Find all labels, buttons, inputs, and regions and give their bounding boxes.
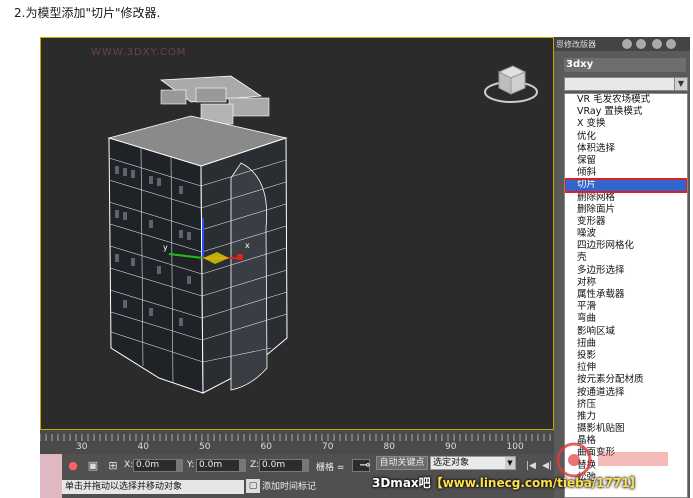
modifier-list-item[interactable]: 删除网格 (565, 192, 687, 204)
modifier-list-item[interactable]: 体积选择 (565, 143, 687, 155)
modifier-list-item[interactable]: 推力 (565, 411, 687, 423)
modifier-list-item[interactable]: 删除面片 (565, 204, 687, 216)
z-spinner[interactable] (303, 459, 309, 472)
timeline-tick-label: 40 (137, 442, 149, 452)
modifier-list-item[interactable]: 切片 (565, 178, 687, 193)
modifier-list-item[interactable]: 倾斜 (565, 167, 687, 179)
building-model[interactable]: x y (101, 68, 311, 398)
modifier-list-item[interactable]: 平滑 (565, 301, 687, 313)
x-spinner[interactable] (177, 459, 183, 472)
modifier-list-item[interactable]: 属性承载器 (565, 289, 687, 301)
grid-label: 栅格 = (316, 463, 345, 473)
bottom-watermark: 3Dmax吧【www.linecg.com/tieba/1771】 (372, 474, 642, 491)
modifier-list-item[interactable]: 拉伸 (565, 362, 687, 374)
motion-tab-icon[interactable] (652, 39, 662, 49)
timeline-ruler[interactable]: 30 40 50 60 70 80 90 100 (40, 430, 554, 454)
modifier-list-item[interactable]: VR 毛发农场模式 (565, 94, 687, 106)
modifier-list-item[interactable]: 壳 (565, 252, 687, 264)
page-caption: 2.为模型添加"切片"修改器. (14, 6, 161, 20)
modifier-list-item[interactable]: 对称 (565, 277, 687, 289)
pin-icon[interactable]: ● (66, 459, 80, 473)
auto-key-button[interactable]: 自动关键点 (376, 456, 428, 470)
z-coord-label: Z: (250, 460, 260, 470)
modifier-list-item[interactable]: VRay 置换模式 (565, 106, 687, 118)
modifier-list-item[interactable]: 按元素分配材质 (565, 374, 687, 386)
selection-set-select[interactable]: 选定对象 ▼ (430, 456, 516, 470)
modifier-list-item[interactable]: 四边形网格化 (565, 240, 687, 252)
modifier-list-item[interactable]: 投影 (565, 350, 687, 362)
display-tab-icon[interactable] (622, 39, 632, 49)
add-time-tag-button[interactable]: 添加时间标记 (262, 480, 316, 494)
utilities-tab-icon[interactable] (636, 39, 646, 49)
modifier-list-item[interactable]: 扭曲 (565, 338, 687, 350)
timeline-tick-label: 90 (445, 442, 457, 452)
object-name-field[interactable]: 3dxy (564, 58, 686, 72)
timeline-tick-label: 100 (506, 442, 524, 452)
timeline-tick-label: 50 (199, 442, 211, 452)
absolute-mode-icon[interactable]: ⊞ (106, 459, 120, 473)
lock-icon[interactable]: ▣ (86, 459, 100, 473)
prompt-line: 单击并拖动以选择并移动对象 (62, 480, 244, 494)
modifier-list-item[interactable]: X 变换 (565, 118, 687, 130)
modifier-list-item[interactable]: 弯曲 (565, 313, 687, 325)
modifier-list-item[interactable]: 保留 (565, 155, 687, 167)
chevron-down-icon[interactable]: ▼ (674, 78, 687, 90)
timeline-tick-label: 80 (383, 442, 395, 452)
timeline-ticks (40, 434, 551, 441)
timeline-tick-label: 60 (260, 442, 272, 452)
command-panel-tabs-label: 思修改版器 (556, 40, 596, 49)
command-panel: 思修改版器 3dxy ▼ VR 毛发农场模式 VRay 置换模式 X 变换 优化 体积选… (554, 37, 690, 498)
modifier-list-item[interactable]: 多边形选择 (565, 265, 687, 277)
svg-text:y: y (163, 243, 168, 252)
modifier-list-item[interactable]: 影响区域 (565, 326, 687, 338)
selection-set-value: 选定对象 (433, 458, 470, 468)
perspective-viewport[interactable]: WWW.3DXY.COM x y (40, 37, 554, 430)
modifier-list-item[interactable]: 按通道选择 (565, 387, 687, 399)
modifier-list-item[interactable]: 挤压 (565, 399, 687, 411)
watermark-url: 【www.linecg.com/tieba/1771】 (430, 476, 642, 490)
timeline-tick-label: 70 (322, 442, 334, 452)
modifier-list-dropdown[interactable]: ▼ (564, 77, 688, 91)
max-app-window: WWW.3DXY.COM x y 思修改版器 3dxy ▼ VR 毛发农场模式 … (40, 37, 690, 498)
y-coord-input[interactable]: 0.0m (196, 459, 240, 472)
viewcube-icon[interactable] (481, 58, 541, 108)
watermark-site-name: 3Dmax吧 (372, 476, 431, 490)
modifier-list-item[interactable]: 优化 (565, 131, 687, 143)
chevron-down-icon[interactable]: ▼ (505, 457, 515, 469)
x-coord-label: X: (124, 460, 134, 470)
viewport-watermark: WWW.3DXY.COM (91, 47, 187, 58)
hierarchy-tab-icon[interactable] (666, 39, 676, 49)
svg-text:x: x (245, 241, 250, 250)
timeline-tick-label: 30 (76, 442, 88, 452)
command-panel-tabs[interactable]: 思修改版器 (554, 37, 690, 51)
y-coord-label: Y: (187, 460, 195, 470)
y-spinner[interactable] (240, 459, 246, 472)
z-coord-input[interactable]: 0.0m (259, 459, 303, 472)
modifier-list-item[interactable]: 噪波 (565, 228, 687, 240)
x-coord-input[interactable]: 0.0m (133, 459, 177, 472)
selection-lock-icon[interactable]: ▢ (246, 479, 260, 493)
go-to-start-icon[interactable]: |◀ (524, 459, 538, 473)
modifier-list-item[interactable]: 变形器 (565, 216, 687, 228)
